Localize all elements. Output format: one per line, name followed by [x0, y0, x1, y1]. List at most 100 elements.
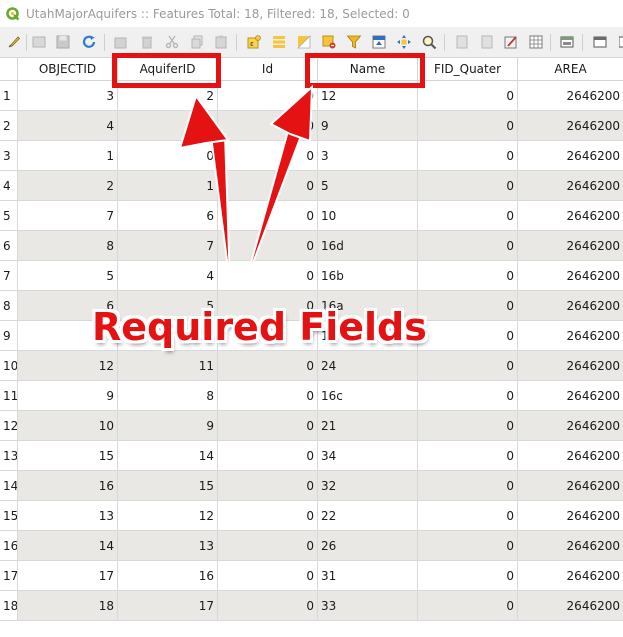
cell-objectid[interactable]: 3	[18, 81, 118, 111]
table-row[interactable]: 7 5 4 0 16b 0 2646200	[0, 261, 623, 291]
reload-icon[interactable]	[80, 33, 98, 51]
cell-name[interactable]: 21	[318, 411, 418, 441]
cell-fid-quater[interactable]: 0	[418, 201, 518, 231]
row-number[interactable]: 5	[0, 201, 18, 231]
cell-aquiferid[interactable]: 3	[118, 111, 218, 141]
cell-objectid[interactable]: 4	[18, 111, 118, 141]
cell-id[interactable]: 0	[218, 561, 318, 591]
row-number[interactable]: 2	[0, 111, 18, 141]
table-row[interactable]: 13 15 14 0 34 0 2646200	[0, 441, 623, 471]
cell-fid-quater[interactable]: 0	[418, 561, 518, 591]
cell-area[interactable]: 2646200	[518, 81, 623, 111]
row-number[interactable]: 7	[0, 261, 18, 291]
cell-id[interactable]: 0	[218, 411, 318, 441]
cell-aquiferid[interactable]: 1	[118, 171, 218, 201]
cell-aquiferid[interactable]: 7	[118, 231, 218, 261]
cell-fid-quater[interactable]: 0	[418, 261, 518, 291]
cell-fid-quater[interactable]: 0	[418, 351, 518, 381]
table-row[interactable]: 6 8 7 0 16d 0 2646200	[0, 231, 623, 261]
cell-area[interactable]: 2646200	[518, 441, 623, 471]
cell-fid-quater[interactable]: 0	[418, 111, 518, 141]
multi-edit-icon[interactable]	[30, 33, 48, 51]
deselect-icon[interactable]	[320, 33, 338, 51]
cell-name[interactable]: 16c	[318, 381, 418, 411]
cell-name[interactable]: 32	[318, 471, 418, 501]
row-number[interactable]: 16	[0, 531, 18, 561]
cell-area[interactable]: 2646200	[518, 321, 623, 351]
cell-objectid[interactable]: 12	[18, 351, 118, 381]
row-number[interactable]: 18	[0, 591, 18, 621]
cell-aquiferid[interactable]: 17	[118, 591, 218, 621]
cell-area[interactable]: 2646200	[518, 591, 623, 621]
row-number[interactable]: 17	[0, 561, 18, 591]
cell-fid-quater[interactable]: 0	[418, 441, 518, 471]
row-number[interactable]: 6	[0, 231, 18, 261]
row-number[interactable]: 14	[0, 471, 18, 501]
cell-area[interactable]: 2646200	[518, 201, 623, 231]
cell-objectid[interactable]: 18	[18, 591, 118, 621]
new-field-icon[interactable]	[453, 33, 471, 51]
cell-fid-quater[interactable]: 0	[418, 141, 518, 171]
row-number[interactable]: 9	[0, 321, 18, 351]
cell-id[interactable]: 0	[218, 591, 318, 621]
cell-fid-quater[interactable]: 0	[418, 321, 518, 351]
cell-fid-quater[interactable]: 0	[418, 291, 518, 321]
cell-name[interactable]: 26	[318, 531, 418, 561]
cell-fid-quater[interactable]: 0	[418, 231, 518, 261]
table-row[interactable]: 12 10 9 0 21 0 2646200	[0, 411, 623, 441]
cell-id[interactable]: 0	[218, 471, 318, 501]
cell-objectid[interactable]: 15	[18, 441, 118, 471]
cell-aquiferid[interactable]: 2	[118, 81, 218, 111]
cell-id[interactable]: 0	[218, 171, 318, 201]
cell-aquiferid[interactable]: 6	[118, 201, 218, 231]
copy-icon[interactable]	[188, 33, 206, 51]
cell-aquiferid[interactable]: 0	[118, 141, 218, 171]
row-number[interactable]: 15	[0, 501, 18, 531]
cell-id[interactable]: 0	[218, 261, 318, 291]
cell-aquiferid[interactable]: 16	[118, 561, 218, 591]
cell-name[interactable]: 34	[318, 441, 418, 471]
cell-area[interactable]: 2646200	[518, 501, 623, 531]
cell-id[interactable]: 0	[218, 141, 318, 171]
row-number[interactable]: 10	[0, 351, 18, 381]
cell-area[interactable]: 2646200	[518, 141, 623, 171]
column-header-name[interactable]: Name	[318, 58, 418, 81]
pan-to-selection-icon[interactable]	[395, 33, 413, 51]
dock-icon[interactable]	[558, 33, 576, 51]
cell-area[interactable]: 2646200	[518, 561, 623, 591]
cell-area[interactable]: 2646200	[518, 111, 623, 141]
table-row[interactable]: 1 3 2 0 12 0 2646200	[0, 81, 623, 111]
cell-id[interactable]: 0	[218, 231, 318, 261]
add-feature-icon[interactable]	[112, 33, 130, 51]
cell-fid-quater[interactable]: 0	[418, 411, 518, 441]
table-row[interactable]: 2 4 3 0 9 0 2646200	[0, 111, 623, 141]
pencil-icon[interactable]	[5, 33, 23, 51]
cell-area[interactable]: 2646200	[518, 531, 623, 561]
move-selection-to-top-icon[interactable]	[370, 33, 388, 51]
cell-objectid[interactable]: 2	[18, 171, 118, 201]
cell-fid-quater[interactable]: 0	[418, 171, 518, 201]
cell-area[interactable]: 2646200	[518, 291, 623, 321]
delete-field-icon[interactable]	[478, 33, 496, 51]
cell-objectid[interactable]: 7	[18, 201, 118, 231]
table-row[interactable]: 17 17 16 0 31 0 2646200	[0, 561, 623, 591]
cell-id[interactable]: 0	[218, 111, 318, 141]
column-header-area[interactable]: AREA	[518, 58, 623, 81]
cell-id[interactable]: 0	[218, 501, 318, 531]
cell-id[interactable]: 0	[218, 81, 318, 111]
cell-name[interactable]: 24	[318, 351, 418, 381]
cell-objectid[interactable]: 9	[18, 381, 118, 411]
row-number[interactable]: 1	[0, 81, 18, 111]
header-corner[interactable]	[0, 58, 18, 81]
table-row[interactable]: 10 12 11 0 24 0 2646200	[0, 351, 623, 381]
cell-area[interactable]: 2646200	[518, 261, 623, 291]
cell-name[interactable]: 16b	[318, 261, 418, 291]
cell-id[interactable]: 0	[218, 531, 318, 561]
cell-name[interactable]: 9	[318, 111, 418, 141]
cell-id[interactable]: 0	[218, 351, 318, 381]
cell-objectid[interactable]: 8	[18, 231, 118, 261]
cell-area[interactable]: 2646200	[518, 231, 623, 261]
row-number[interactable]: 12	[0, 411, 18, 441]
cell-name[interactable]: 33	[318, 591, 418, 621]
cell-area[interactable]: 2646200	[518, 471, 623, 501]
